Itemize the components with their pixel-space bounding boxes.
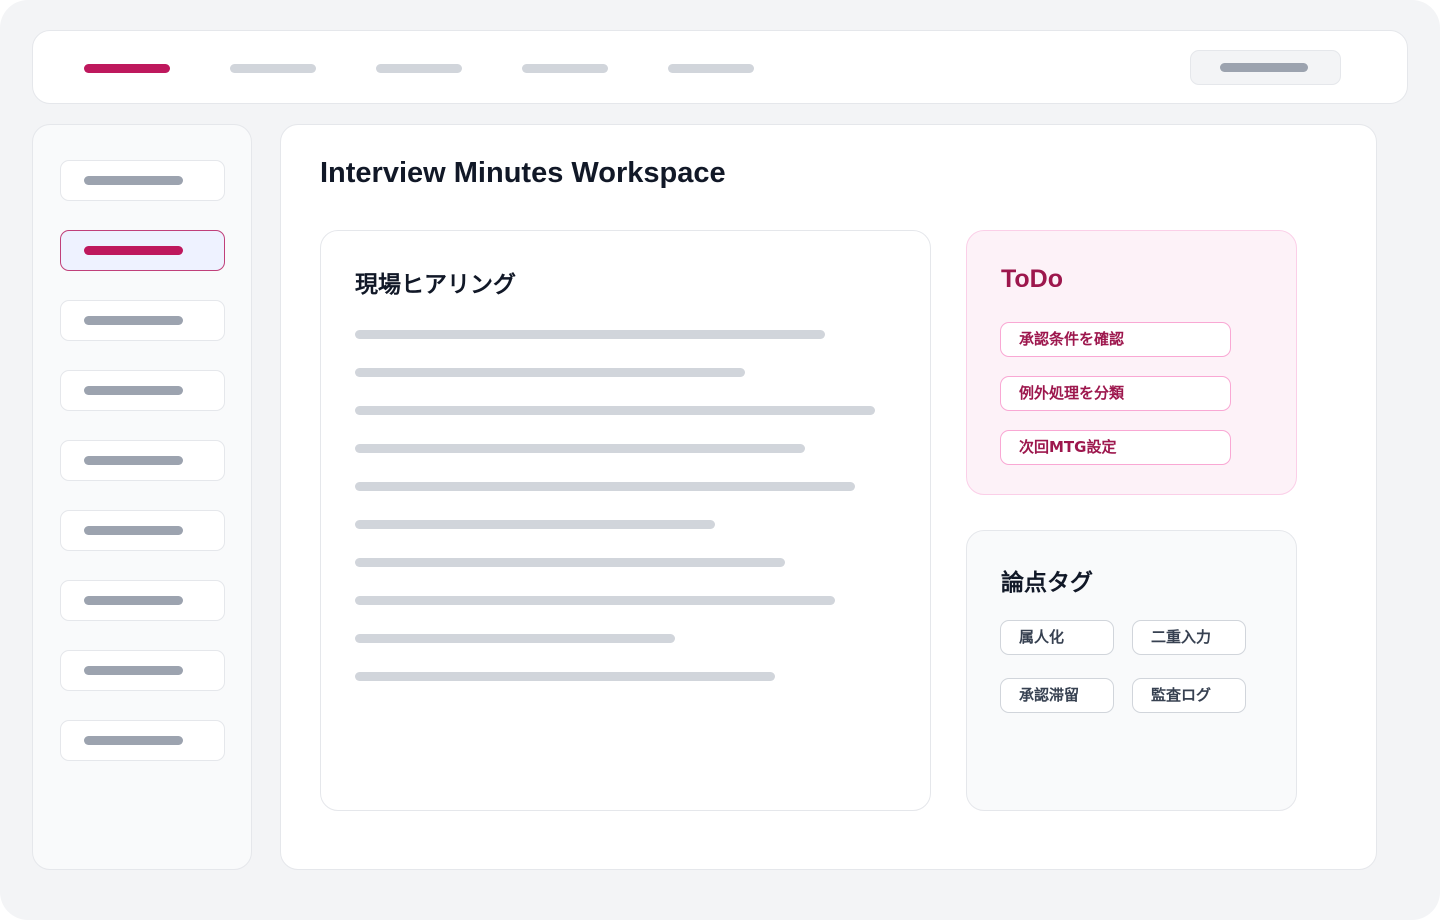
todo-item[interactable]: 例外処理を分類 bbox=[1000, 376, 1231, 411]
nav-tab-2[interactable] bbox=[230, 64, 316, 73]
minutes-text-line bbox=[355, 558, 785, 567]
tag-chip[interactable]: 二重入力 bbox=[1132, 620, 1246, 655]
nav-tab-4[interactable] bbox=[522, 64, 608, 73]
sidebar-item-7[interactable] bbox=[60, 580, 225, 621]
minutes-card: 現場ヒアリング bbox=[320, 230, 931, 811]
sidebar-item-active[interactable] bbox=[60, 230, 225, 271]
minutes-text-line bbox=[355, 634, 675, 643]
sidebar-item-9[interactable] bbox=[60, 720, 225, 761]
todo-item[interactable]: 承認条件を確認 bbox=[1000, 322, 1231, 357]
sidebar bbox=[32, 124, 252, 870]
sidebar-item-3[interactable] bbox=[60, 300, 225, 341]
top-action-label-placeholder bbox=[1220, 63, 1308, 72]
sidebar-item-label-placeholder bbox=[84, 246, 183, 255]
page-title: Interview Minutes Workspace bbox=[320, 157, 726, 189]
sidebar-item-label-placeholder bbox=[84, 386, 183, 395]
main-panel: Interview Minutes Workspace 現場ヒアリング ToDo… bbox=[280, 124, 1377, 870]
minutes-text-line bbox=[355, 406, 875, 415]
tag-chip[interactable]: 監査ログ bbox=[1132, 678, 1246, 713]
app-window: Interview Minutes Workspace 現場ヒアリング ToDo… bbox=[0, 0, 1440, 920]
sidebar-item-label-placeholder bbox=[84, 526, 183, 535]
sidebar-item-4[interactable] bbox=[60, 370, 225, 411]
sidebar-item-1[interactable] bbox=[60, 160, 225, 201]
minutes-text-line bbox=[355, 672, 775, 681]
tag-chip[interactable]: 承認滞留 bbox=[1000, 678, 1114, 713]
sidebar-item-6[interactable] bbox=[60, 510, 225, 551]
todo-heading: ToDo bbox=[1001, 265, 1064, 293]
top-nav-bar bbox=[32, 30, 1408, 104]
nav-tab-active[interactable] bbox=[84, 64, 170, 73]
todo-item[interactable]: 次回MTG設定 bbox=[1000, 430, 1231, 465]
minutes-text-line bbox=[355, 520, 715, 529]
top-action-button[interactable] bbox=[1190, 50, 1341, 85]
tags-card: 論点タグ 属人化 二重入力 承認滞留 監査ログ bbox=[966, 530, 1297, 811]
sidebar-item-8[interactable] bbox=[60, 650, 225, 691]
tags-heading: 論点タグ bbox=[1001, 570, 1093, 596]
minutes-heading: 現場ヒアリング bbox=[355, 272, 516, 298]
sidebar-item-label-placeholder bbox=[84, 456, 183, 465]
sidebar-item-label-placeholder bbox=[84, 596, 183, 605]
nav-tab-5[interactable] bbox=[668, 64, 754, 73]
sidebar-item-label-placeholder bbox=[84, 176, 183, 185]
minutes-text-line bbox=[355, 482, 855, 491]
todo-card: ToDo 承認条件を確認 例外処理を分類 次回MTG設定 bbox=[966, 230, 1297, 495]
minutes-text-line bbox=[355, 368, 745, 377]
tag-chip[interactable]: 属人化 bbox=[1000, 620, 1114, 655]
minutes-text-line bbox=[355, 330, 825, 339]
minutes-text-line bbox=[355, 596, 835, 605]
sidebar-item-label-placeholder bbox=[84, 736, 183, 745]
sidebar-item-5[interactable] bbox=[60, 440, 225, 481]
minutes-text-line bbox=[355, 444, 805, 453]
sidebar-item-label-placeholder bbox=[84, 316, 183, 325]
sidebar-item-label-placeholder bbox=[84, 666, 183, 675]
nav-tab-3[interactable] bbox=[376, 64, 462, 73]
